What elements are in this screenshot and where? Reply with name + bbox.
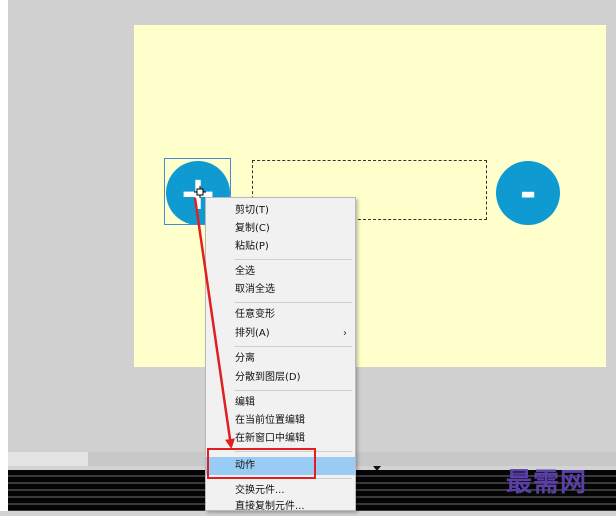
menu-item-paste[interactable]: 粘贴(P) bbox=[206, 238, 355, 256]
watermark-logo: 最需网 bbox=[506, 468, 588, 498]
menu-item-distribute-to-layers[interactable]: 分散到图层(D) bbox=[206, 369, 355, 387]
timeline-marker-icon[interactable] bbox=[373, 466, 381, 471]
menu-separator bbox=[234, 302, 352, 303]
menu-item-deselect-all[interactable]: 取消全选 bbox=[206, 281, 355, 299]
menu-separator bbox=[234, 259, 352, 260]
menu-item-copy[interactable]: 复制(C) bbox=[206, 220, 355, 238]
menu-item-cut[interactable]: 剪切(T) bbox=[206, 202, 355, 220]
menu-item-duplicate-symbol[interactable]: 直接复制元件... bbox=[206, 498, 355, 516]
menu-item-edit[interactable]: 编辑 bbox=[206, 394, 355, 412]
menu-item-edit-in-new-window[interactable]: 在新窗口中编辑 bbox=[206, 430, 355, 448]
submenu-arrow-icon: › bbox=[343, 328, 347, 339]
menu-item-break-apart[interactable]: 分离 bbox=[206, 350, 355, 368]
menu-item-free-transform[interactable]: 任意变形 bbox=[206, 306, 355, 324]
highlight-annotation-box bbox=[207, 448, 316, 479]
menu-item-arrange[interactable]: 排列(A) › bbox=[206, 325, 355, 343]
minus-button[interactable]: - bbox=[496, 161, 560, 225]
left-strip bbox=[0, 0, 8, 511]
menu-separator bbox=[234, 346, 352, 347]
menu-separator bbox=[234, 390, 352, 391]
timeline-scroll-thumb[interactable] bbox=[8, 452, 88, 466]
menu-item-edit-in-place[interactable]: 在当前位置编辑 bbox=[206, 412, 355, 430]
menu-item-select-all[interactable]: 全选 bbox=[206, 263, 355, 281]
